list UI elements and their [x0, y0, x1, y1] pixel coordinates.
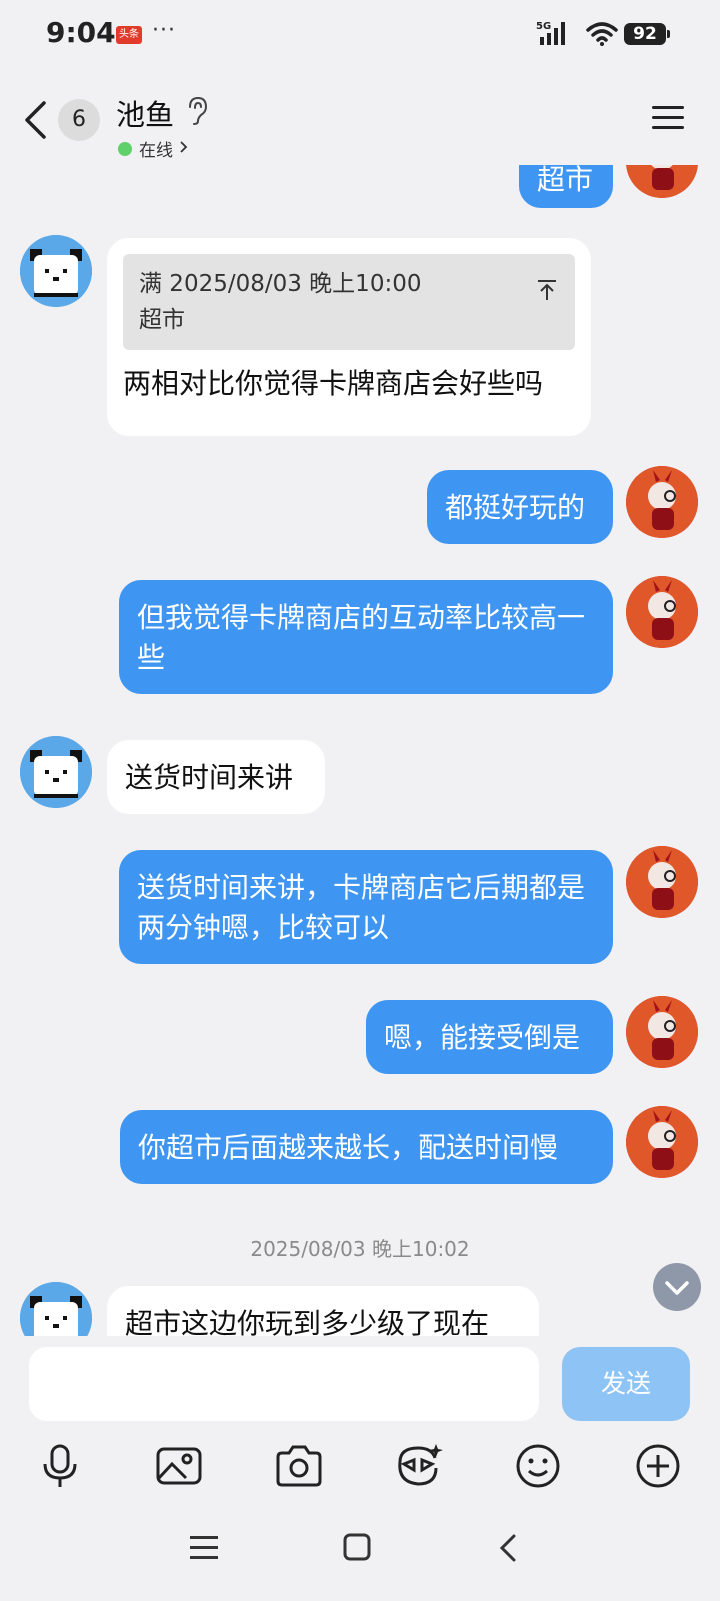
- jump-to-top-icon[interactable]: [537, 272, 557, 312]
- nav-back-icon[interactable]: [498, 1533, 518, 1567]
- online-status[interactable]: 在线: [118, 136, 188, 161]
- recent-apps-icon[interactable]: [190, 1533, 220, 1565]
- contact-name[interactable]: 池鱼: [116, 92, 174, 134]
- wifi-icon: [586, 22, 618, 50]
- my-avatar[interactable]: [626, 996, 698, 1068]
- my-avatar[interactable]: [626, 466, 698, 538]
- home-icon[interactable]: [343, 1533, 371, 1565]
- message-text: 都挺好玩的: [445, 491, 586, 524]
- message-text: 两相对比你觉得卡牌商店会好些吗: [123, 367, 544, 400]
- my-avatar[interactable]: [626, 160, 698, 198]
- sticker-icon[interactable]: [392, 1440, 444, 1492]
- toutiao-notification-icon: 头条: [116, 26, 142, 44]
- message-list[interactable]: 超市 满 2025/08/03 晚上10:00 超市 两相对比你觉得卡牌商店会好…: [0, 160, 720, 1336]
- chat-header: 6 池鱼 在线: [0, 70, 720, 165]
- quoted-message-time: 满 2025/08/03 晚上10:00: [139, 271, 422, 297]
- cellular-signal-icon: 5G: [536, 20, 570, 50]
- message-bubble-sent[interactable]: 都挺好玩的: [427, 470, 613, 544]
- menu-icon[interactable]: [652, 104, 684, 136]
- microphone-icon[interactable]: [34, 1440, 86, 1492]
- contact-avatar[interactable]: [20, 736, 92, 808]
- back-button[interactable]: [22, 100, 48, 144]
- emoji-icon[interactable]: [512, 1440, 564, 1492]
- quoted-message[interactable]: 满 2025/08/03 晚上10:00 超市: [123, 254, 575, 350]
- message-text: 送货时间来讲: [125, 761, 294, 794]
- plus-icon[interactable]: [632, 1440, 684, 1492]
- message-input[interactable]: [29, 1347, 539, 1421]
- message-bubble-sent[interactable]: 嗯，能接受倒是: [366, 1000, 613, 1074]
- my-avatar[interactable]: [626, 576, 698, 648]
- message-bubble-sent[interactable]: 超市: [519, 160, 613, 208]
- contact-avatar[interactable]: [20, 235, 92, 307]
- contact-avatar[interactable]: [20, 1282, 92, 1336]
- quoted-message-text: 超市: [139, 307, 185, 333]
- my-avatar[interactable]: [626, 846, 698, 918]
- message-bubble-received[interactable]: 超市这边你玩到多少级了现在: [107, 1286, 539, 1336]
- my-avatar[interactable]: [626, 1106, 698, 1178]
- send-button[interactable]: 发送: [562, 1347, 690, 1421]
- battery-icon: 92: [624, 23, 670, 45]
- ear-icon[interactable]: [186, 96, 208, 130]
- message-text: 但我觉得卡牌商店的互动率比较高一些: [137, 601, 586, 674]
- image-icon[interactable]: [153, 1440, 205, 1492]
- network-type-label: 5G: [536, 21, 551, 32]
- message-bubble-received[interactable]: 送货时间来讲: [107, 740, 325, 814]
- chevron-right-icon: [179, 139, 188, 159]
- more-notifications-icon: ···: [152, 18, 176, 43]
- message-text: 超市: [537, 163, 594, 196]
- status-time: 9:04: [46, 16, 116, 49]
- status-bar: 9:04 头条 ··· 5G 92: [0, 0, 720, 70]
- message-text: 送货时间来讲，卡牌商店它后期都是两分钟嗯，比较可以: [137, 871, 586, 944]
- camera-icon[interactable]: [273, 1440, 325, 1492]
- message-bubble-sent[interactable]: 但我觉得卡牌商店的互动率比较高一些: [119, 580, 613, 694]
- message-timestamp: 2025/08/03 晚上10:02: [250, 1237, 470, 1261]
- input-bar: 发送: [0, 1336, 720, 1601]
- message-text: 你超市后面越来越长，配送时间慢: [138, 1131, 559, 1164]
- online-dot-icon: [118, 141, 132, 156]
- message-text: 超市这边你玩到多少级了现在: [125, 1307, 490, 1336]
- online-status-label: 在线: [139, 141, 173, 161]
- scroll-to-bottom-button[interactable]: [653, 1263, 701, 1311]
- chevron-down-icon: [665, 1281, 689, 1295]
- message-bubble-received[interactable]: 满 2025/08/03 晚上10:00 超市 两相对比你觉得卡牌商店会好些吗: [107, 238, 591, 436]
- message-bubble-sent[interactable]: 送货时间来讲，卡牌商店它后期都是两分钟嗯，比较可以: [119, 850, 613, 964]
- message-bubble-sent[interactable]: 你超市后面越来越长，配送时间慢: [120, 1110, 613, 1184]
- unread-count-badge[interactable]: 6: [58, 99, 100, 141]
- message-text: 嗯，能接受倒是: [384, 1021, 581, 1054]
